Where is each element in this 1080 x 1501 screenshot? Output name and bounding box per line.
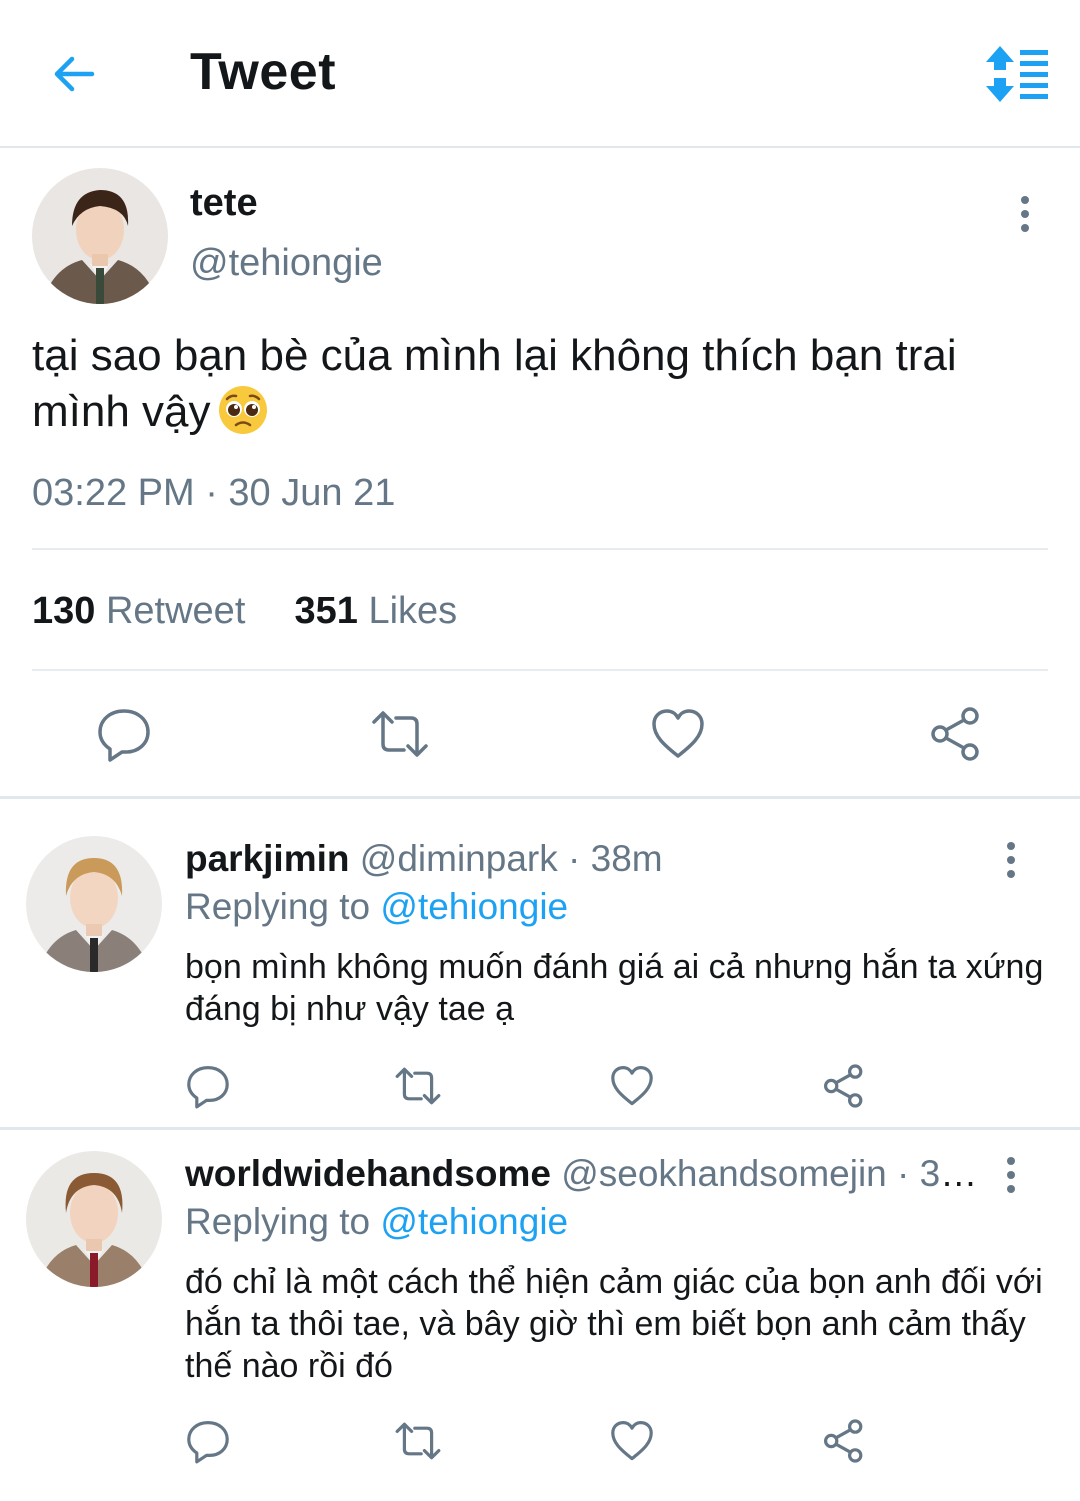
heart-icon [611,1421,653,1461]
tweet-text: tại sao bạn bè của mình lại không thích … [32,328,1052,440]
share-button[interactable] [820,1062,868,1110]
share-icon [824,1064,863,1108]
retweet-icon [395,1067,441,1105]
back-button[interactable] [46,44,106,104]
reply-header: parkjimin @diminpark · 38m [185,838,985,880]
divider [0,796,1080,799]
mention-link[interactable]: @tehiongie [380,886,568,927]
avatar-image [32,168,168,304]
retweet-button[interactable] [394,1062,442,1110]
like-button[interactable] [608,1417,656,1465]
tweet-stats: 130 Retweet 351 Likes [32,590,457,633]
more-vertical-icon [1007,842,1015,878]
replying-label: Replying to [185,1201,371,1242]
retweet-label[interactable]: Retweet [106,590,245,632]
share-icon [931,707,979,761]
more-options-button[interactable] [994,1155,1028,1195]
replying-to: Replying to @tehiongie [185,886,568,928]
avatar-image [26,836,162,972]
likes-count[interactable]: 351 [295,590,358,632]
like-button[interactable] [648,704,708,764]
retweet-icon [372,711,428,757]
tweet-body: tại sao bạn bè của mình lại không thích … [32,331,957,436]
heart-icon [611,1066,653,1106]
heart-icon [652,709,704,758]
like-button[interactable] [608,1062,656,1110]
replying-to: Replying to @tehiongie [185,1201,568,1243]
avatar-image [26,1151,162,1287]
reply-author-name[interactable]: parkjimin [185,838,350,879]
comment-icon [187,1421,229,1464]
retweet-button[interactable] [370,704,430,764]
mention-link[interactable]: @tehiongie [380,1201,568,1242]
reply-text: bọn mình không muốn đánh giá ai cả nhưng… [185,948,1044,1028]
top-bar: Tweet [0,0,1080,148]
more-options-button[interactable] [1008,194,1042,234]
sort-icon [986,46,1048,102]
main-tweet: tete @tehiongie tại sao bạn bè của mình … [0,150,1080,798]
likes-label[interactable]: Likes [368,590,457,632]
reply-tweet[interactable]: worldwidehandsome @seokhandsomejin · 37m… [0,1131,1080,1501]
avatar[interactable] [26,836,162,972]
more-vertical-icon [1021,196,1029,232]
arrow-left-icon [54,56,95,92]
replying-label: Replying to [185,886,371,927]
comment-icon [187,1066,229,1109]
reply-button[interactable] [94,704,154,764]
reply-tweet[interactable]: parkjimin @diminpark · 38m Replying to @… [0,800,1080,1126]
reply-header: worldwidehandsome @seokhandsomejin · 37m [185,1153,985,1195]
reply-button[interactable] [184,1062,232,1110]
share-icon [824,1419,863,1463]
tweet-timestamp: 03:22 PM · 30 Jun 21 [32,472,396,514]
reply-author-name[interactable]: worldwidehandsome [185,1153,551,1194]
reply-text: đó chỉ là một cách thể hiện cảm giác của… [185,1263,1043,1385]
avatar[interactable] [32,168,168,304]
share-button[interactable] [820,1417,868,1465]
reply-button[interactable] [184,1417,232,1465]
author-name[interactable]: tete [190,182,258,225]
pleading-face-icon [217,384,269,436]
more-options-button[interactable] [994,840,1028,880]
more-vertical-icon [1007,1157,1015,1193]
retweet-count[interactable]: 130 [32,590,95,632]
avatar[interactable] [26,1151,162,1287]
reply-meta: @seokhandsomejin · 37m [561,1153,985,1194]
retweet-button[interactable] [394,1417,442,1465]
divider [32,669,1048,671]
retweet-icon [395,1422,441,1460]
page-title: Tweet [190,43,337,101]
author-handle[interactable]: @tehiongie [190,242,383,285]
divider [32,548,1048,550]
divider [0,1127,1080,1130]
sort-button[interactable] [982,44,1052,104]
comment-icon [98,709,150,762]
share-button[interactable] [926,704,986,764]
reply-meta: @diminpark · 38m [359,838,663,879]
